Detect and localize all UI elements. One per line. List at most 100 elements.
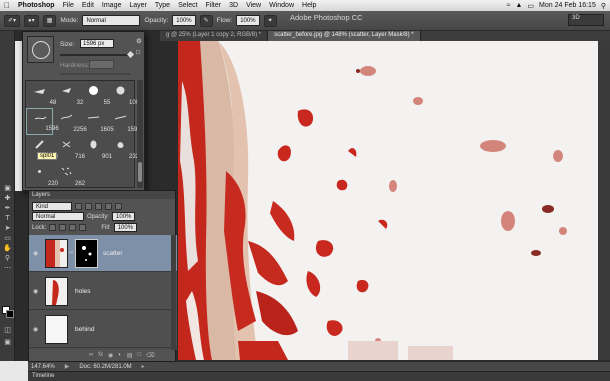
new-layer-icon[interactable]: □ — [138, 352, 142, 359]
fx-icon[interactable]: fx — [98, 352, 103, 359]
layer-mask-thumbnail[interactable] — [75, 239, 98, 268]
menu-help[interactable]: Help — [298, 2, 320, 9]
tool-preset-button[interactable]: ✐▾ — [4, 14, 21, 27]
quick-mask-icon[interactable]: ▣ — [3, 185, 12, 193]
layer-thumbnail[interactable] — [45, 239, 68, 268]
pen-tool-icon[interactable]: ✒ — [3, 205, 12, 213]
link-icon[interactable]: ∞ — [89, 352, 93, 359]
menu-view[interactable]: View — [242, 2, 265, 9]
picker-settings-gear-icon[interactable]: ⚙ — [136, 37, 142, 45]
filter-pixel-icon[interactable] — [75, 203, 82, 210]
menubar-clock[interactable]: Mon 24 Feb 16:15 — [539, 2, 596, 9]
volume-icon[interactable]: ▲ — [515, 2, 522, 9]
flow-input[interactable]: 100% — [236, 15, 260, 26]
canvas-vertical-scrollbar[interactable] — [598, 41, 610, 360]
doc-tab[interactable]: g @ 25% (Layer 1 copy 2, RGB/8) * — [160, 31, 269, 41]
screen-mode-icon[interactable]: ◫ — [3, 327, 12, 335]
brush-preset[interactable]: 220 — [26, 162, 58, 189]
lock-position-icon[interactable] — [69, 224, 77, 231]
status-menu-arrow-icon[interactable]: ▸ — [142, 363, 145, 370]
brush-preset[interactable]: 2256 — [53, 108, 87, 135]
brush-grid-scrollbar[interactable] — [137, 80, 143, 188]
size-input[interactable]: 1596 px — [80, 39, 114, 48]
layer-opacity-input[interactable]: 100% — [112, 212, 136, 221]
quick-mask-mode-icon[interactable]: ▣ — [3, 339, 12, 347]
layer-thumbnail[interactable] — [45, 315, 68, 344]
filter-smart-object-icon[interactable] — [115, 203, 122, 210]
zoom-level[interactable]: 147.64% — [31, 364, 55, 370]
layer-name[interactable]: scatter — [103, 250, 123, 257]
brush-angle-preview[interactable] — [27, 36, 54, 63]
shape-tool-icon[interactable]: ▭ — [3, 235, 12, 243]
workspace-switcher[interactable]: 3D — [568, 14, 604, 26]
pressure-opacity-icon[interactable]: ✎ — [199, 14, 213, 27]
visibility-eye-icon[interactable]: ◉ — [33, 250, 38, 257]
layer-name[interactable]: behind — [75, 326, 95, 333]
brush-picker-button[interactable]: ●▾ — [24, 14, 39, 27]
brush-preset[interactable]: 55 — [80, 81, 110, 108]
brush-preset[interactable]: 100 — [107, 81, 139, 108]
lock-all-icon[interactable] — [79, 224, 87, 231]
wifi-icon[interactable]: ≈ — [507, 2, 511, 9]
filter-shape-icon[interactable] — [105, 203, 112, 210]
filter-kind-select[interactable]: Kind — [32, 202, 72, 211]
mask-link-icon[interactable]: ∞ — [69, 250, 73, 256]
visibility-eye-icon[interactable]: ◉ — [33, 326, 38, 333]
fill-input[interactable]: 100% — [113, 223, 138, 232]
lock-transparency-icon[interactable] — [49, 224, 57, 231]
brush-panel-toggle-icon[interactable]: ▦ — [42, 14, 57, 27]
lock-pixels-icon[interactable] — [59, 224, 67, 231]
menu-window[interactable]: Window — [265, 2, 298, 9]
type-tool-icon[interactable]: T — [3, 215, 12, 223]
menu-select[interactable]: Select — [174, 2, 201, 9]
layer-row-behind[interactable]: ◉ behind — [29, 311, 177, 348]
brush-preset[interactable]: 262 — [53, 162, 85, 189]
brush-preset-selected[interactable]: 1596 — [26, 108, 59, 135]
new-preset-icon[interactable]: □ — [136, 49, 140, 56]
brush-preset[interactable]: 48 — [26, 81, 56, 108]
airbrush-icon[interactable]: ✦ — [263, 14, 277, 27]
layer-thumbnail[interactable] — [45, 277, 68, 306]
export-icon[interactable]: ▶ — [65, 363, 70, 370]
trash-icon[interactable]: ⌫ — [146, 352, 154, 359]
menu-image[interactable]: Image — [98, 2, 125, 9]
battery-icon[interactable]: ▭ — [527, 2, 534, 10]
size-slider-knob[interactable] — [126, 50, 135, 59]
doc-tab-active[interactable]: scatter_before.jpg @ 148% (scatter, Laye… — [268, 31, 421, 41]
filter-type-icon[interactable] — [95, 203, 102, 210]
menu-photoshop[interactable]: Photoshop — [14, 2, 59, 9]
layer-row-holes[interactable]: ◉ holes — [29, 273, 177, 310]
brush-preset[interactable]: 1605 — [80, 108, 114, 135]
brush-preset[interactable]: 232 — [107, 135, 139, 162]
mode-select[interactable]: Normal — [82, 15, 141, 26]
menu-layer[interactable]: Layer — [125, 2, 151, 9]
doc-size[interactable]: Doc: 60.2M/281.0M — [79, 364, 131, 370]
path-select-icon[interactable]: ➤ — [3, 225, 12, 233]
menu-filter[interactable]: Filter — [202, 2, 226, 9]
layers-scrollbar[interactable] — [171, 235, 176, 350]
apple-menu-icon[interactable]:  — [0, 1, 14, 10]
opacity-input[interactable]: 100% — [172, 15, 196, 26]
zoom-tool-icon[interactable]: ⚲ — [3, 255, 12, 263]
size-slider-track[interactable] — [60, 54, 130, 56]
mask-icon[interactable]: ◉ — [108, 352, 113, 359]
edit-toolbar-icon[interactable]: ⋯ — [3, 265, 12, 273]
adjustment-icon[interactable]: ◐ — [118, 352, 122, 359]
blend-mode-select[interactable]: Normal — [32, 212, 84, 221]
menu-type[interactable]: Type — [151, 2, 174, 9]
filter-adjustment-icon[interactable] — [85, 203, 92, 210]
folder-icon[interactable]: ▤ — [127, 352, 133, 359]
move-tool-icon[interactable]: ✚ — [3, 195, 12, 203]
spotlight-icon[interactable]: ⚲ — [601, 2, 606, 10]
brush-preset[interactable]: 901 — [80, 135, 112, 162]
background-color-swatch[interactable] — [6, 310, 14, 318]
layer-row-scatter[interactable]: ◉ ∞ scatter — [29, 235, 177, 272]
brush-preset[interactable]: 1596 — [107, 108, 141, 135]
visibility-eye-icon[interactable]: ◉ — [33, 288, 38, 295]
menu-3d[interactable]: 3D — [225, 2, 242, 9]
hand-tool-icon[interactable]: ✋ — [3, 245, 12, 253]
timeline-panel-tab[interactable]: Timeline — [28, 371, 610, 381]
menu-file[interactable]: File — [59, 2, 78, 9]
brush-preset[interactable]: 32 — [53, 81, 83, 108]
layers-panel-tab[interactable]: Layers — [29, 191, 175, 199]
